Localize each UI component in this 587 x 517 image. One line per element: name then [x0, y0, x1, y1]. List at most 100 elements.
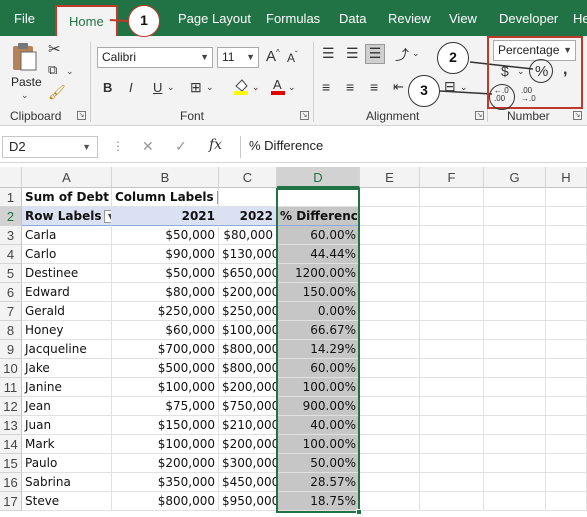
align-bottom-icon[interactable]: ☰ [365, 44, 385, 64]
tab-help[interactable]: He [573, 0, 587, 36]
value-2021-cell[interactable]: $250,000 [112, 302, 219, 321]
empty-cell[interactable] [484, 226, 546, 245]
format-painter-icon[interactable]: 🖌 [48, 84, 66, 101]
merge-dropdown-icon[interactable]: ⌄ [460, 82, 468, 93]
empty-cell[interactable] [360, 226, 420, 245]
column-header-h[interactable]: H [546, 167, 587, 188]
percent-difference-cell[interactable]: 100.00% [277, 435, 360, 454]
paste-icon[interactable] [10, 42, 38, 72]
row-header[interactable]: 9 [0, 340, 22, 359]
row-header[interactable]: 8 [0, 321, 22, 340]
orientation-icon[interactable]: ⤴ [395, 45, 409, 65]
row-header[interactable]: 12 [0, 397, 22, 416]
decrease-indent-icon[interactable]: ⇤ [393, 79, 404, 95]
tab-formulas[interactable]: Formulas [266, 0, 320, 36]
empty-cell[interactable] [484, 321, 546, 340]
value-2021-cell[interactable]: $150,000 [112, 416, 219, 435]
empty-cell[interactable] [546, 416, 587, 435]
grow-font-button[interactable]: A^ [266, 48, 280, 65]
empty-cell[interactable] [546, 188, 587, 207]
row-label-cell[interactable]: Carlo [22, 245, 112, 264]
value-2021-cell[interactable]: $50,000 [112, 264, 219, 283]
empty-cell[interactable] [360, 378, 420, 397]
empty-cell[interactable] [360, 340, 420, 359]
row-header[interactable]: 14 [0, 435, 22, 454]
empty-cell[interactable] [546, 359, 587, 378]
row-label-cell[interactable]: Jacqueline [22, 340, 112, 359]
empty-cell[interactable] [420, 397, 484, 416]
value-2022-cell[interactable]: $450,000 [219, 473, 277, 492]
value-2022-cell[interactable]: $210,000 [219, 416, 277, 435]
empty-cell[interactable] [546, 283, 587, 302]
empty-cell[interactable] [360, 245, 420, 264]
empty-cell[interactable] [546, 207, 587, 226]
empty-cell[interactable] [360, 359, 420, 378]
borders-icon[interactable]: ⊞ [190, 79, 202, 96]
empty-cell[interactable] [546, 302, 587, 321]
empty-cell[interactable] [420, 321, 484, 340]
empty-cell[interactable] [546, 492, 587, 511]
empty-cell[interactable] [420, 340, 484, 359]
italic-button[interactable]: I [129, 80, 133, 95]
borders-dropdown-icon[interactable]: ⌄ [206, 82, 214, 93]
row-header[interactable]: 7 [0, 302, 22, 321]
font-name-box[interactable]: Calibri ▼ [97, 47, 213, 68]
percent-difference-cell[interactable]: 60.00% [277, 226, 360, 245]
align-left-icon[interactable]: ≡ [322, 79, 330, 95]
row-header[interactable]: 10 [0, 359, 22, 378]
value-2022-cell[interactable]: $200,000 [219, 283, 277, 302]
tab-view[interactable]: View [449, 0, 477, 36]
merge-center-icon[interactable]: ⊟ [444, 78, 456, 95]
value-2022-cell[interactable]: $200,000 [219, 435, 277, 454]
empty-cell[interactable] [360, 207, 420, 226]
shrink-font-button[interactable]: Aˇ [287, 50, 298, 65]
empty-cell[interactable] [360, 473, 420, 492]
value-2021-cell[interactable]: $60,000 [112, 321, 219, 340]
align-center-icon[interactable]: ≡ [346, 79, 354, 95]
empty-cell[interactable] [484, 416, 546, 435]
row-label-cell[interactable]: Steve [22, 492, 112, 511]
empty-cell[interactable] [420, 302, 484, 321]
percent-difference-cell[interactable]: 100.00% [277, 378, 360, 397]
value-2022-cell[interactable]: $100,000 [219, 321, 277, 340]
row-label-cell[interactable]: Edward [22, 283, 112, 302]
percent-difference-cell[interactable]: 0.00% [277, 302, 360, 321]
empty-cell[interactable] [420, 416, 484, 435]
value-2021-cell[interactable]: $90,000 [112, 245, 219, 264]
value-2022-cell[interactable]: $80,000 [219, 226, 277, 245]
value-2021-cell[interactable]: $75,000 [112, 397, 219, 416]
alignment-launcher-icon[interactable]: ↘ [475, 111, 484, 120]
row-label-cell[interactable]: Gerald [22, 302, 112, 321]
row-header[interactable]: 13 [0, 416, 22, 435]
row-header[interactable]: 5 [0, 264, 22, 283]
row-label-cell[interactable]: Honey [22, 321, 112, 340]
column-header-b[interactable]: B [112, 167, 219, 188]
empty-cell[interactable] [546, 397, 587, 416]
empty-cell[interactable] [360, 454, 420, 473]
row-header[interactable]: 15 [0, 454, 22, 473]
tab-data[interactable]: Data [339, 0, 366, 36]
row-label-cell[interactable]: Juan [22, 416, 112, 435]
empty-cell[interactable] [484, 264, 546, 283]
cut-icon[interactable]: ✂ [48, 40, 61, 58]
empty-cell[interactable] [484, 492, 546, 511]
percent-difference-cell[interactable]: 28.57% [277, 473, 360, 492]
pivot-value-header[interactable]: Sum of Debt [22, 188, 112, 207]
empty-cell[interactable] [420, 378, 484, 397]
align-middle-icon[interactable]: ☰ [346, 45, 359, 62]
value-2021-cell[interactable]: $700,000 [112, 340, 219, 359]
orientation-dropdown-icon[interactable]: ⌄ [412, 48, 420, 59]
value-2021-cell[interactable]: $200,000 [112, 454, 219, 473]
percent-difference-cell[interactable]: 900.00% [277, 397, 360, 416]
empty-cell[interactable] [420, 188, 484, 207]
value-2022-cell[interactable]: $950,000 [219, 492, 277, 511]
tab-review[interactable]: Review [388, 0, 431, 36]
filter-dropdown-icon[interactable]: ▼ [104, 210, 111, 223]
empty-cell[interactable] [546, 340, 587, 359]
table-cell[interactable] [219, 188, 277, 207]
empty-cell[interactable] [360, 283, 420, 302]
clipboard-launcher-icon[interactable]: ↘ [77, 111, 86, 120]
empty-cell[interactable] [420, 492, 484, 511]
row-header[interactable]: 3 [0, 226, 22, 245]
empty-cell[interactable] [484, 378, 546, 397]
